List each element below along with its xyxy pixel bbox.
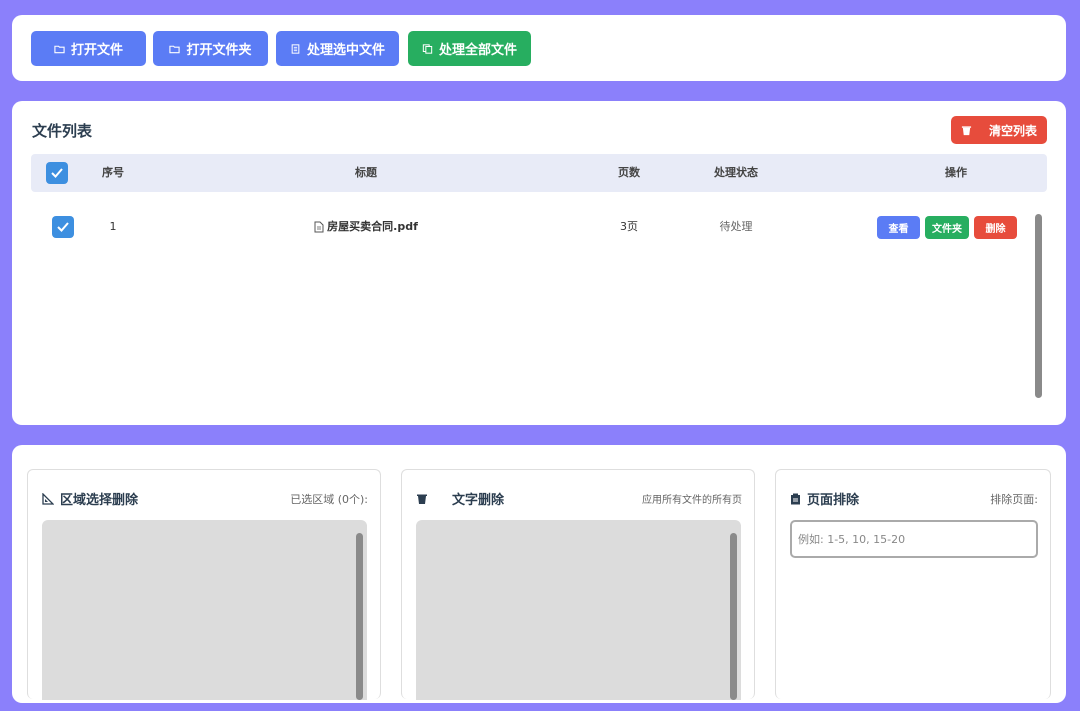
toolbar: 打开文件 打开文件夹 处理选中文件 处理全部文件 — [12, 15, 1066, 81]
clear-list-button[interactable]: 清空列表 — [951, 116, 1047, 144]
document-icon — [314, 221, 324, 233]
page-exclude-title-row: 页面排除 — [790, 489, 859, 508]
check-icon — [51, 168, 63, 178]
row-checkbox[interactable] — [52, 216, 74, 238]
text-delete-note: 应用所有文件的所有页 — [642, 495, 742, 506]
text-delete-title: 文字删除 — [452, 493, 505, 508]
folder-icon — [169, 45, 181, 53]
clipboard-icon — [791, 493, 800, 504]
region-delete-title: 区域选择删除 — [60, 493, 139, 508]
trash-icon — [961, 125, 972, 135]
row-pages: 3页 — [620, 220, 638, 233]
open-file-label: 打开文件 — [70, 43, 123, 58]
table-header: 序号 标题 页数 处理状态 操作 — [31, 154, 1047, 192]
check-icon — [57, 222, 69, 232]
process-all-button[interactable]: 处理全部文件 — [408, 31, 531, 66]
process-all-label: 处理全部文件 — [438, 43, 517, 58]
text-delete-panel: 文字删除 应用所有文件的所有页 — [401, 469, 755, 700]
text-preview-scrollbar[interactable] — [730, 533, 737, 700]
process-selected-label: 处理选中文件 — [306, 43, 385, 58]
table-row: 1 房屋买卖合同.pdf 3页 待处理 查看 文件夹 删除 — [31, 207, 1031, 247]
page-exclude-panel: 页面排除 排除页面: — [775, 469, 1051, 699]
column-header-status: 处理状态 — [714, 166, 758, 179]
open-folder-row-button[interactable]: 文件夹 — [925, 216, 969, 239]
column-header-title: 标题 — [355, 166, 377, 179]
page-exclude-title: 页面排除 — [807, 493, 860, 508]
column-header-actions: 操作 — [945, 166, 967, 179]
view-button[interactable]: 查看 — [877, 216, 920, 239]
open-folder-button[interactable]: 打开文件夹 — [153, 31, 268, 66]
folder-icon — [54, 45, 65, 53]
column-header-index: 序号 — [102, 166, 124, 179]
delete-button[interactable]: 删除 — [974, 216, 1017, 239]
row-index: 1 — [109, 220, 117, 233]
region-preview-area[interactable] — [42, 520, 367, 700]
column-header-pages: 页数 — [618, 166, 640, 179]
settings-card: 区域选择删除 已选区域 (0个): 文字删除 应用所有文件的所有页 页面排除 排… — [12, 445, 1066, 703]
process-selected-button[interactable]: 处理选中文件 — [276, 31, 399, 66]
select-all-checkbox[interactable] — [46, 162, 68, 184]
row-title: 房屋买卖合同.pdf — [327, 220, 418, 233]
file-list-title: 文件列表 — [32, 122, 93, 140]
copy-icon — [422, 43, 433, 54]
open-file-button[interactable]: 打开文件 — [31, 31, 146, 66]
row-status: 待处理 — [719, 220, 753, 233]
region-preview-scrollbar[interactable] — [356, 533, 363, 700]
page-exclude-label: 排除页面: — [990, 493, 1038, 506]
file-list-card: 文件列表 清空列表 序号 标题 页数 处理状态 操作 1 房屋买卖合同.pdf … — [12, 101, 1066, 425]
trash-icon — [417, 494, 427, 504]
region-delete-title-row: 区域选择删除 — [42, 489, 138, 508]
file-list-scrollbar[interactable] — [1035, 214, 1042, 398]
page-exclude-input[interactable] — [790, 520, 1038, 558]
clear-list-label: 清空列表 — [988, 123, 1037, 138]
open-folder-label: 打开文件夹 — [186, 43, 252, 58]
region-selected-count: 已选区域 (0个): — [290, 493, 368, 506]
text-preview-area[interactable] — [416, 520, 741, 700]
document-icon — [291, 43, 300, 54]
region-delete-panel: 区域选择删除 已选区域 (0个): — [27, 469, 381, 700]
row-title-cell: 房屋买卖合同.pdf — [271, 207, 461, 247]
text-delete-title-row: 文字删除 — [416, 489, 504, 508]
ruler-triangle-icon — [42, 492, 54, 505]
